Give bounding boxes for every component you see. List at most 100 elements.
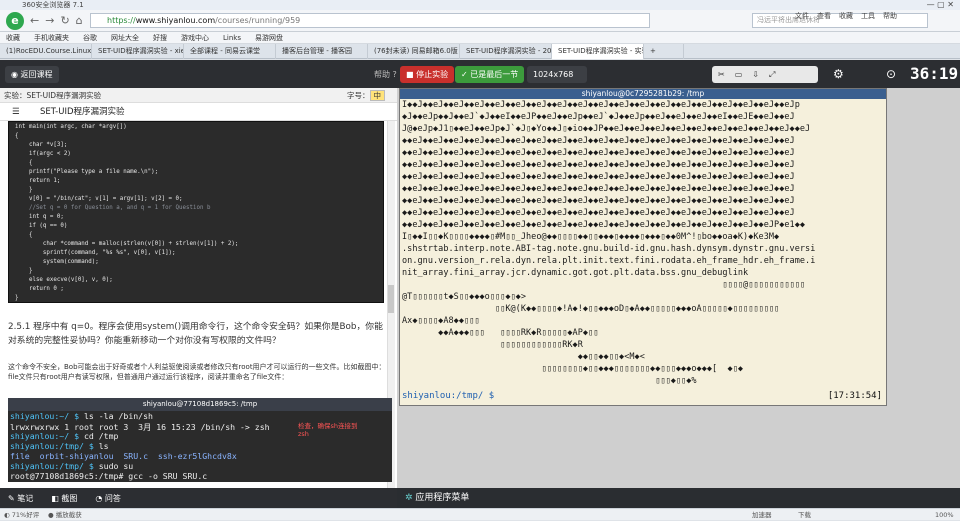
app-menu-icon: ✲	[405, 493, 413, 503]
bookmark-item[interactable]: Links	[223, 32, 241, 43]
bookmark-item[interactable]: 手机收藏夹	[34, 32, 69, 43]
doc-title-bar: ☰ SET-UID程序漏洞实验	[0, 103, 397, 121]
menu-favorites[interactable]: 收藏	[839, 11, 853, 21]
stop-lab-button[interactable]: ■ 停止实验	[400, 66, 455, 83]
application-menu[interactable]: ✲ 应用程序菜单	[397, 488, 960, 508]
terminal-line: ◆◆eJ◆◆eJ◆◆eJ◆◆eJ◆◆eJ◆◆eJ◆◆eJ◆◆eJ◆◆eJ◆◆eJ…	[402, 196, 795, 206]
doc-scrollbar-thumb[interactable]	[388, 285, 394, 313]
screenshot-line: shiyanlou:~/ $ cd /tmp	[10, 431, 118, 441]
browser-tab[interactable]: (76封未读) 同易邮箱6.0版	[368, 44, 460, 59]
doc-bottom-bar: ✎ 笔记 ◧ 截图 ◔ 问答	[0, 488, 397, 508]
new-tab-button[interactable]: +	[644, 44, 684, 59]
answer-paragraph: 这个命令不安全，Bob可能会出于好奇或者个人利益驱使阅读或者修改只有root用户…	[8, 363, 386, 381]
hide-icon[interactable]: ⊙	[880, 66, 902, 83]
font-size-control[interactable]: 字号：中	[347, 88, 385, 103]
browser-tab-active[interactable]: SET-UID程序漏洞实验 - 实验楼	[552, 44, 644, 59]
bookmark-item[interactable]: 好搜	[153, 32, 167, 43]
download-status[interactable]: 下载	[798, 509, 811, 521]
terminal-line: ▯▯K@(K◆◆▯▯▯▯◆!A◆!◆▯▯◆◆◆oD▯◆A◆◆▯▯▯▯▯◆◆◆oA…	[402, 304, 780, 314]
terminal-window[interactable]: shiyanlou@0c7295281b29: /tmp I◆◆J◆◆eJ◆◆e…	[399, 88, 887, 406]
terminal-line: ◆◆eJ◆◆eJ◆◆eJ◆◆eJ◆◆eJ◆◆eJ◆◆eJ◆◆eJ◆◆eJ◆◆eJ…	[402, 148, 795, 158]
last-section-button[interactable]: ✓ 已是最后一节	[455, 66, 525, 83]
code-line: v[0] = "/bin/cat"; v[1] = argv[1]; v[2] …	[15, 196, 183, 202]
browser-tab[interactable]: (1)RocEDU.Course.Linux.Sec	[0, 44, 92, 59]
question-paragraph: 2.5.1 程序中有 q=0。程序会使用system()调用命令行，这个命令安全…	[8, 322, 383, 346]
code-line: if (q == 0)	[15, 223, 68, 229]
capture-status[interactable]: ● 播放截获	[48, 509, 82, 521]
zoom-level[interactable]: 100%	[935, 509, 954, 521]
back-to-course-label: 返回课程	[20, 70, 53, 79]
window-title: 360安全浏览器 7.1	[22, 1, 84, 9]
browser-tab[interactable]: SET-UID程序漏洞实验 - 20121	[460, 44, 552, 59]
terminal-line: ▯▯▯▯@▯▯▯▯▯▯▯▯▯▯▯	[402, 280, 806, 290]
font-size-label: 字号：	[347, 91, 370, 100]
browser-tab[interactable]: 全部课程 - 同易云课堂	[184, 44, 276, 59]
browser-navbar: e ← → ↻ ⌂ https://www.shiyanlou.com/cour…	[0, 10, 960, 32]
experiment-bar: 实验：SET-UID程序漏洞实验 字号：中	[0, 88, 397, 103]
url-scheme: https://	[107, 16, 136, 25]
back-to-course-button[interactable]: ◉ 返回课程	[5, 66, 59, 83]
resolution-select[interactable]: 1024x768	[527, 66, 587, 83]
help-button[interactable]: 帮助 ?	[368, 66, 403, 83]
terminal-line: ◆◆eJ◆◆eJ◆◆eJ◆◆eJ◆◆eJ◆◆eJ◆◆eJ◆◆eJ◆◆eJ◆◆eJ…	[402, 184, 795, 194]
lab-timer: 36:19	[910, 64, 959, 83]
terminal-line: nit_array.fini_array.jcr.dynamic.got.got…	[402, 268, 749, 278]
search-placeholder: 冯远平将出席退休将	[757, 16, 820, 24]
app-menu-label: 应用程序菜单	[415, 493, 470, 503]
rating-status[interactable]: ◐ 71%好评	[4, 509, 39, 521]
window-controls[interactable]: — ▢ ✕	[927, 0, 954, 10]
screenshot-cmd: cd /tmp	[83, 431, 119, 441]
screenshot-prompt: shiyanlou:~/ $	[10, 431, 84, 441]
terminal-prompt: shiyanlou:/tmp/ $	[402, 391, 495, 401]
vnc-tools[interactable]: ✂▭⇩⤢	[712, 66, 818, 83]
bookmark-item[interactable]: 易游网盘	[255, 32, 283, 43]
terminal-line: Ax◆▯▯▯▯◆A8◆◆▯▯▯	[402, 316, 480, 326]
browser-tab[interactable]: SET-UID程序漏洞实验 - xiexi	[92, 44, 184, 59]
code-line: {	[15, 133, 19, 139]
settings-icon[interactable]: ⚙	[827, 66, 850, 83]
terminal-line: ▯▯▯▯▯▯▯▯◆▯▯◆◆◆▯▯▯▯▯▯▯◆◆▯▯▯◆◆◆o◆◆◆[ ◆▯◆	[402, 364, 744, 374]
browser-tab[interactable]: 播客后台管理 - 播客园	[276, 44, 368, 59]
code-line: {	[15, 232, 33, 238]
qa-button[interactable]: ◔ 问答	[95, 493, 121, 504]
terminal-line: @T▯▯▯▯▯▯t◆S▯▯◆◆◆o▯▯▯◆▯◆>	[402, 292, 527, 302]
code-comment-line: //Set q = 0 for Question a, and q = 1 fo…	[15, 205, 211, 211]
bookmarks-bar: 收藏 手机收藏夹 谷歌 网址大全 好搜 游戏中心 Links 易游网盘	[0, 32, 960, 44]
back-icon[interactable]: ←	[30, 14, 39, 27]
menu-help[interactable]: 帮助	[883, 11, 897, 21]
screenshot-line: shiyanlou:/tmp/ $ ls	[10, 441, 109, 451]
menu-view[interactable]: 查看	[817, 11, 831, 21]
reload-icon[interactable]: ↻	[60, 14, 69, 27]
forward-icon[interactable]: →	[45, 14, 54, 27]
qa-label: 问答	[104, 493, 121, 503]
bookmark-item[interactable]: 网址大全	[111, 32, 139, 43]
screenshot-line: root@77108d1869c5:/tmp# gcc -o SRU SRU.c	[10, 471, 208, 481]
terminal-line: J@◆eJp◆J1▯◆◆eJ◆◆eJp◆J`◆J▯◆Yo◆◆J▯◆io◆◆JP◆…	[402, 124, 811, 134]
terminal-prompt-time: [17:31:54]	[827, 391, 882, 401]
menu-file[interactable]: 文件	[795, 11, 809, 21]
code-line: return 1;	[15, 178, 61, 184]
code-line: {	[15, 160, 33, 166]
accelerator-status[interactable]: 加速器	[752, 509, 772, 521]
terminal-title: shiyanlou@0c7295281b29: /tmp	[400, 89, 886, 99]
terminal-line: ▯▯▯▯▯▯▯▯▯▯▯▯RK◆R	[402, 340, 583, 350]
terminal-line: ◆J◆◆eJp◆◆J◆◆eJ`◆J◆◆eI◆◆eJP◆◆eJ◆◆eJp◆◆eJ`…	[402, 112, 795, 122]
screenshot-line: file orbit-shiyanlou SRU.c ssh-ezr5lGhcd…	[10, 451, 237, 461]
code-line: printf("Please type a file name.\n");	[15, 169, 159, 175]
bookmark-item[interactable]: 游戏中心	[181, 32, 209, 43]
code-line: return 0 ;	[15, 286, 64, 292]
address-bar[interactable]: https://www.shiyanlou.com/courses/runnin…	[90, 13, 650, 28]
screenshot-cmd: ls -la /bin/sh	[83, 411, 153, 421]
tab-strip: (1)RocEDU.Course.Linux.Sec SET-UID程序漏洞实验…	[0, 44, 960, 59]
bookmark-item[interactable]: 谷歌	[83, 32, 97, 43]
bookmark-item[interactable]: 收藏	[6, 32, 20, 43]
screenshot-button[interactable]: ◧ 截图	[51, 493, 77, 504]
menu-icon[interactable]: ☰	[12, 103, 20, 121]
url-path: /courses/running/959	[215, 16, 301, 25]
home-icon[interactable]: ⌂	[76, 14, 83, 27]
menu-tools[interactable]: 工具	[861, 11, 875, 21]
code-line: }	[15, 187, 33, 193]
code-line: char *v[3];	[15, 142, 68, 148]
terminal-line: ◆◆A◆◆◆▯▯▯ ▯▯▯▯RK◆R▯▯▯▯▯◆AP◆▯▯	[402, 328, 599, 338]
notes-button[interactable]: ✎ 笔记	[8, 493, 33, 504]
